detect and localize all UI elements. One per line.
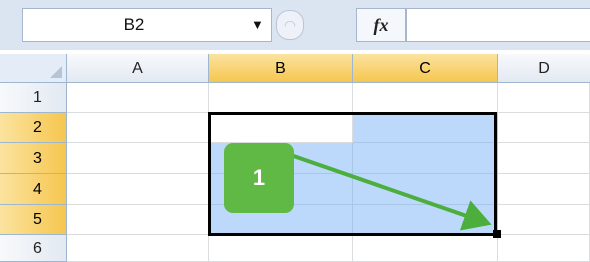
fx-label: fx xyxy=(373,15,389,35)
name-box[interactable]: B2 ▼ xyxy=(22,8,272,42)
step-callout: 1 xyxy=(224,143,294,213)
spreadsheet-grid: A B C D 1 2 3 4 5 6 1 xyxy=(0,50,590,262)
drag-arrow xyxy=(280,150,492,231)
name-box-value[interactable]: B2 xyxy=(23,9,245,41)
dropdown-arrow-icon[interactable]: ▼ xyxy=(251,9,264,41)
insert-function-icon[interactable]: fx xyxy=(356,8,406,42)
formula-input[interactable] xyxy=(406,8,590,42)
formula-bar-expand-icon[interactable]: ◠ xyxy=(276,10,304,40)
formula-bar: B2 ▼ ◠ fx xyxy=(0,0,590,50)
